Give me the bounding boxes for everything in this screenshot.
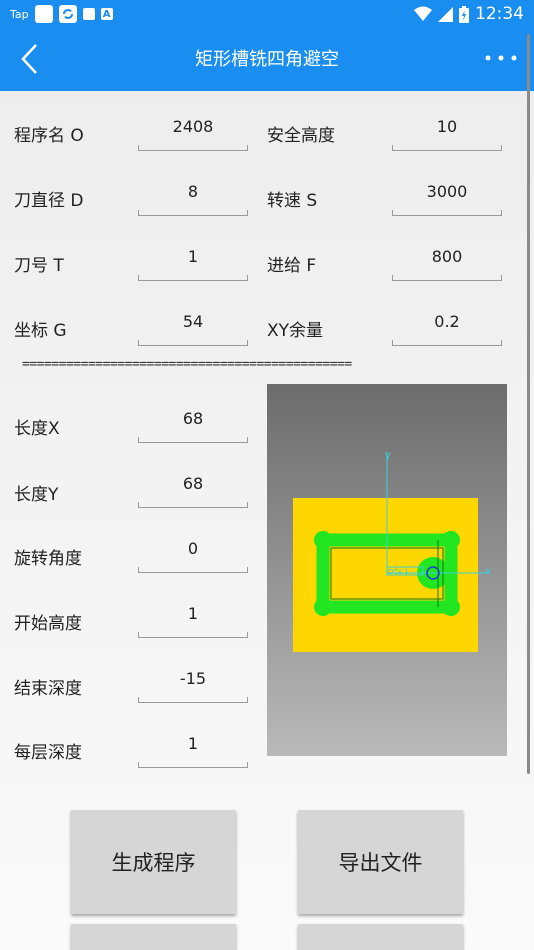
- length-x-field[interactable]: [138, 403, 248, 443]
- axis-y-label: y: [385, 450, 391, 461]
- page-title: 矩形槽铣四角避空: [195, 49, 339, 70]
- layer-depth-input[interactable]: [138, 728, 248, 758]
- corner-relief-br: [442, 598, 460, 616]
- spindle-speed-label: 转速 S: [267, 191, 318, 211]
- a-icon: A: [100, 8, 113, 20]
- status-time: 12:34: [475, 4, 524, 24]
- length-y-label: 长度Y: [14, 485, 59, 505]
- toolpath-canvas: y x DCs 1: [293, 450, 491, 652]
- export-file-button[interactable]: 导出文件: [298, 810, 463, 914]
- spindle-speed-field[interactable]: [392, 176, 502, 216]
- rotation-label: 旋转角度: [14, 549, 82, 569]
- corner-relief-tl: [314, 531, 332, 549]
- tap-app-icon: Tap: [10, 7, 29, 21]
- coordinate-input[interactable]: [138, 306, 248, 336]
- status-bar: Tap A 12:34: [0, 0, 534, 28]
- length-x-input[interactable]: [138, 403, 248, 433]
- layer-depth-field[interactable]: [138, 728, 248, 768]
- safe-height-input[interactable]: [392, 111, 502, 141]
- program-input[interactable]: [138, 111, 248, 141]
- more-dots-icon[interactable]: [482, 48, 522, 68]
- wifi-icon: [414, 6, 432, 21]
- end-depth-input[interactable]: [138, 663, 248, 693]
- tool-number-input[interactable]: [138, 241, 248, 271]
- app-bar: 矩形槽铣四角避空: [0, 28, 534, 91]
- generate-program-button[interactable]: 生成程序: [71, 810, 236, 914]
- coordinate-label: 坐标 G: [14, 321, 67, 341]
- status-right: 12:34: [414, 2, 524, 26]
- xy-allowance-field[interactable]: [392, 306, 502, 346]
- scrollbar[interactable]: [527, 34, 530, 774]
- start-height-input[interactable]: [138, 598, 248, 628]
- xy-allowance-input[interactable]: [392, 306, 502, 336]
- chevron-left-icon[interactable]: [14, 42, 48, 76]
- rotation-field[interactable]: [138, 533, 248, 573]
- toolpath-preview[interactable]: y x DCs 1: [267, 384, 507, 756]
- layer-depth-label: 每层深度: [14, 743, 82, 763]
- program-field[interactable]: [138, 111, 248, 151]
- feed-label: 进给 F: [267, 256, 317, 276]
- safe-height-label: 安全高度: [267, 126, 335, 146]
- corner-relief-tr: [442, 531, 460, 549]
- tool-diameter-field[interactable]: [138, 176, 248, 216]
- tool-diameter-label: 刀直径 D: [14, 191, 84, 211]
- extra-button-left[interactable]: [71, 924, 236, 950]
- tool-number-field[interactable]: [138, 241, 248, 281]
- status-left: Tap A: [10, 4, 113, 24]
- spindle-speed-input[interactable]: [392, 176, 502, 206]
- start-height-label: 开始高度: [14, 614, 82, 634]
- axis-x-label: x: [485, 566, 491, 577]
- rotation-input[interactable]: [138, 533, 248, 563]
- coordinate-field[interactable]: [138, 306, 248, 346]
- feed-input[interactable]: [392, 241, 502, 271]
- battery-icon: [459, 5, 469, 23]
- length-x-label: 长度X: [14, 419, 60, 439]
- tool-number-label: 刀号 T: [14, 256, 64, 276]
- start-height-field[interactable]: [138, 598, 248, 638]
- length-y-field[interactable]: [138, 468, 248, 508]
- origin-label: DCs 1: [388, 568, 409, 576]
- feed-field[interactable]: [392, 241, 502, 281]
- safe-height-field[interactable]: [392, 111, 502, 151]
- xy-allowance-label: XY余量: [267, 321, 324, 341]
- square-icon: [34, 5, 53, 23]
- end-depth-field[interactable]: [138, 663, 248, 703]
- length-y-input[interactable]: [138, 468, 248, 498]
- extra-button-right[interactable]: [298, 924, 463, 950]
- end-depth-label: 结束深度: [14, 679, 82, 699]
- signal-icon: [438, 6, 453, 22]
- tool-diameter-input[interactable]: [138, 176, 248, 206]
- corner-relief-bl: [314, 598, 332, 616]
- sync-icon: [58, 5, 77, 23]
- program-label: 程序名 O: [14, 126, 84, 146]
- section-divider: ========================================…: [22, 357, 352, 372]
- mail-icon: [82, 8, 95, 20]
